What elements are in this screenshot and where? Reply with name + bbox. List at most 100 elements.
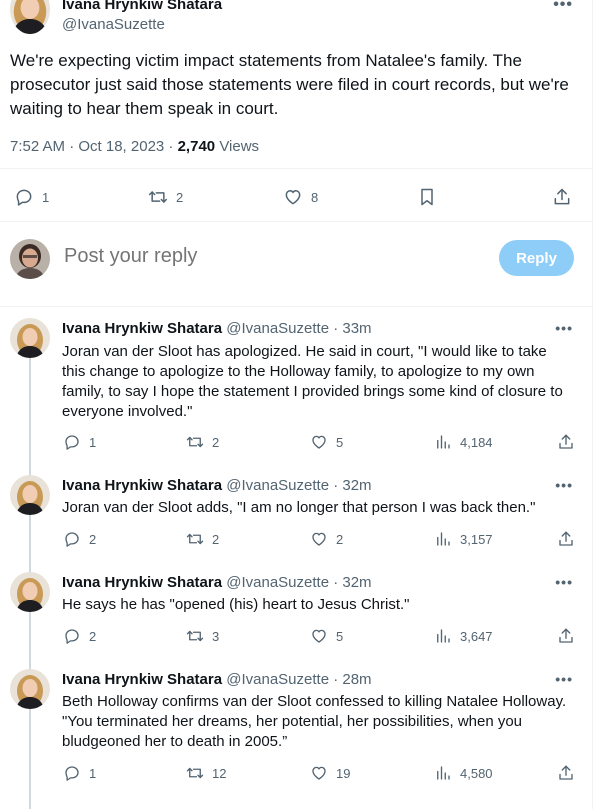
views-button[interactable]: 4,184 — [434, 433, 493, 451]
reply-icon — [63, 530, 81, 548]
repost-count: 12 — [212, 765, 227, 781]
heart-icon — [310, 627, 328, 645]
reply-text: Joran van der Sloot has apologized. He s… — [62, 343, 563, 420]
author-handle[interactable]: @IvanaSuzette · 33m — [226, 320, 371, 337]
like-count: 5 — [336, 628, 344, 644]
repost-count: 2 — [212, 434, 220, 450]
author-handle[interactable]: @IvanaSuzette · 28m — [226, 671, 371, 688]
like-button[interactable]: 5 — [310, 627, 343, 645]
avatar[interactable] — [10, 475, 50, 515]
tweet-timestamp[interactable]: 7:52 AM · Oct 18, 2023 · — [10, 138, 178, 155]
avatar[interactable] — [10, 572, 50, 612]
tweet-meta: 7:52 AM · Oct 18, 2023 · 2,740 Views — [10, 138, 259, 155]
repost-button[interactable]: 3 — [186, 627, 219, 645]
views-count: 2,740 — [177, 138, 216, 155]
reply-actions: 2 2 2 3,157 — [0, 530, 593, 552]
reply-button[interactable]: 1 — [63, 433, 96, 451]
repost-count: 2 — [212, 531, 220, 547]
divider — [0, 306, 593, 307]
repost-icon — [186, 433, 204, 451]
main-tweet-actions: 1 2 8 — [0, 180, 597, 216]
reply-header: Ivana Hrynkiw Shatara @IvanaSuzette · 33… — [62, 320, 372, 337]
views-button[interactable]: 3,157 — [434, 530, 493, 548]
reply-count: 1 — [89, 765, 97, 781]
author-name[interactable]: Ivana Hrynkiw Shatara — [62, 574, 222, 591]
like-button[interactable]: 19 — [310, 764, 350, 782]
more-icon[interactable]: ••• — [555, 320, 573, 336]
views-count: 4,580 — [460, 765, 493, 781]
repost-button[interactable]: 2 — [148, 187, 183, 207]
like-count: 5 — [336, 434, 344, 450]
reply-text: Beth Holloway confirms van der Sloot con… — [62, 693, 567, 750]
views-icon — [434, 530, 452, 548]
reply-button[interactable]: 1 — [14, 187, 49, 207]
reply-input[interactable] — [64, 245, 464, 268]
reply-actions: 1 12 19 4,580 — [0, 764, 593, 786]
views-icon — [434, 627, 452, 645]
author-handle[interactable]: @IvanaSuzette · 32m — [226, 477, 371, 494]
reply-header: Ivana Hrynkiw Shatara @IvanaSuzette · 28… — [62, 671, 372, 688]
bookmark-button[interactable] — [417, 187, 437, 207]
share-button[interactable] — [552, 187, 572, 207]
like-count: 2 — [336, 531, 344, 547]
reply-submit-button[interactable]: Reply — [499, 240, 574, 276]
like-button[interactable]: 2 — [310, 530, 343, 548]
avatar[interactable] — [10, 669, 50, 709]
more-icon[interactable]: ••• — [555, 574, 573, 590]
share-button[interactable] — [557, 627, 575, 645]
share-button[interactable] — [557, 764, 575, 782]
divider — [0, 168, 593, 169]
share-button[interactable] — [557, 433, 575, 451]
avatar[interactable] — [10, 0, 50, 34]
share-icon — [557, 530, 575, 548]
more-icon[interactable]: ••• — [555, 477, 573, 493]
author-name[interactable]: Ivana Hrynkiw Shatara — [62, 0, 222, 13]
like-button[interactable]: 8 — [283, 187, 318, 207]
heart-icon — [310, 433, 328, 451]
heart-icon — [310, 764, 328, 782]
views-icon — [434, 764, 452, 782]
author-handle[interactable]: @IvanaSuzette · 32m — [226, 574, 371, 591]
repost-count: 3 — [212, 628, 220, 644]
views-count: 3,647 — [460, 628, 493, 644]
repost-button[interactable]: 12 — [186, 764, 226, 782]
reply-icon — [63, 627, 81, 645]
reply-button[interactable]: 2 — [63, 627, 96, 645]
views-icon — [434, 433, 452, 451]
current-user-avatar[interactable] — [10, 239, 50, 279]
reply-button[interactable]: 2 — [63, 530, 96, 548]
views-label: Views — [219, 138, 260, 155]
author-handle[interactable]: @IvanaSuzette — [62, 16, 165, 33]
reply-count: 1 — [89, 434, 97, 450]
share-icon — [557, 433, 575, 451]
repost-button[interactable]: 2 — [186, 530, 219, 548]
reply-count: 1 — [42, 189, 50, 205]
views-button[interactable]: 4,580 — [434, 764, 493, 782]
reply-count: 2 — [89, 628, 97, 644]
author-name[interactable]: Ivana Hrynkiw Shatara — [62, 320, 222, 337]
avatar[interactable] — [10, 318, 50, 358]
views-count: 4,184 — [460, 434, 493, 450]
repost-icon — [148, 187, 168, 207]
reply-count: 2 — [89, 531, 97, 547]
reply-text: He says he has "opened (his) heart to Je… — [62, 596, 410, 613]
repost-icon — [186, 627, 204, 645]
repost-count: 2 — [176, 189, 184, 205]
like-button[interactable]: 5 — [310, 433, 343, 451]
repost-icon — [186, 764, 204, 782]
author-name[interactable]: Ivana Hrynkiw Shatara — [62, 477, 222, 494]
reply-actions: 2 3 5 3,647 — [0, 627, 593, 649]
repost-button[interactable]: 2 — [186, 433, 219, 451]
more-icon[interactable]: ••• — [553, 0, 573, 14]
more-icon[interactable]: ••• — [555, 671, 573, 687]
reply-icon — [14, 187, 34, 207]
share-icon — [557, 627, 575, 645]
reply-icon — [63, 433, 81, 451]
author-name[interactable]: Ivana Hrynkiw Shatara — [62, 671, 222, 688]
share-button[interactable] — [557, 530, 575, 548]
views-button[interactable]: 3,647 — [434, 627, 493, 645]
reply-button[interactable]: 1 — [63, 764, 96, 782]
reply-icon — [63, 764, 81, 782]
tweet-text: We're expecting victim impact statements… — [10, 51, 569, 118]
thread-connector — [29, 358, 31, 478]
